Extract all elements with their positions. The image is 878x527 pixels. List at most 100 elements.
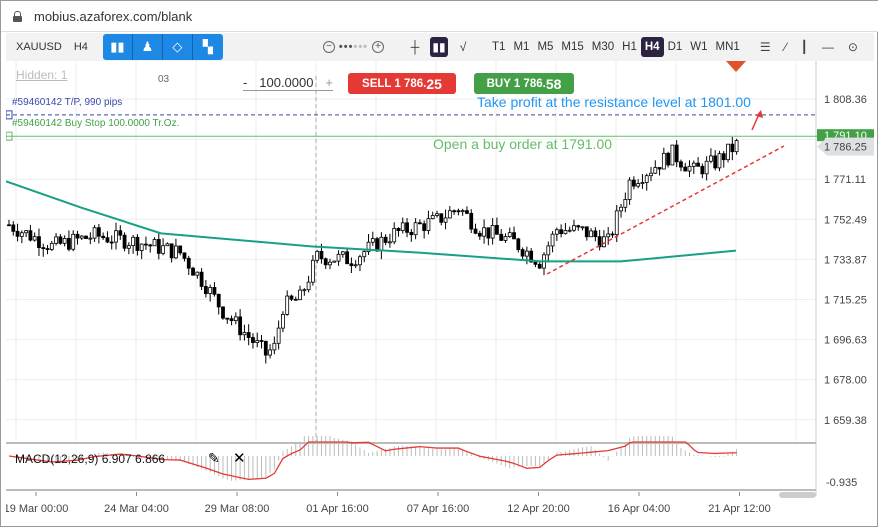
sell-price-big: 25 [426,75,442,92]
candle-body [661,152,666,170]
candle-body [358,256,362,266]
candle-body [687,165,692,172]
timeframe-h4[interactable]: H4 [640,37,664,57]
time-label: 19 Mar 00:00 [6,503,68,515]
candle-body [614,210,619,236]
qty-minus[interactable]: - [243,75,247,90]
candle-body [452,210,457,213]
candle-body [285,295,290,315]
qty-value[interactable]: 100.0000 [259,75,313,90]
candle-body [417,222,422,225]
candle-body [255,340,260,343]
candle-body [499,233,504,241]
bar-chart-icon[interactable]: ▮▮ [102,34,133,60]
candle-body [302,289,307,292]
timeframe-mn1[interactable]: MN1 [712,37,744,57]
sell-button[interactable]: SELL 1 786. 25 [348,73,456,94]
trendline-icon[interactable]: ⁄ [785,40,787,54]
timeframe-m1[interactable]: M1 [509,37,533,57]
candle-body [298,289,302,301]
candle-body [576,225,581,228]
bar-type-icon[interactable]: ┼ [406,37,424,57]
lock-icon [13,10,22,22]
zoom-in-icon[interactable]: + [372,41,385,53]
candle-body [627,179,632,200]
tp-order-label[interactable]: #59460142 T/P, 990 pips [12,97,122,108]
candle-body [79,235,84,239]
candle-body [400,222,405,232]
time-label: 01 Apr 16:00 [306,503,368,515]
candle-body [122,234,127,249]
candle-body [332,260,337,263]
top-label: 03 [158,74,170,85]
timeframe-w1[interactable]: W1 [686,37,711,57]
candle-body [84,235,88,239]
symbol-selector[interactable]: XAUUSD [16,41,62,53]
dropdown-icon[interactable]: ⊙ [848,40,858,54]
candle-body [336,253,341,262]
candle-body [477,232,482,237]
diamond-icon[interactable]: ◇ [162,34,193,60]
indicators-icon[interactable]: ♟ [132,34,163,60]
edit-indicator-icon[interactable]: ✎ [208,450,220,467]
line-type-icon[interactable]: √ [454,37,472,57]
candle-body [225,317,230,320]
candle-body [674,144,679,163]
zoom-out-icon[interactable]: − [322,41,335,53]
candle-body [717,153,722,169]
timeframe-t1[interactable]: T1 [488,37,509,57]
candle-type-icon[interactable]: ▮▮ [430,37,449,57]
sell-label: SELL 1 786. [362,77,427,90]
candle-body [388,241,392,244]
format-icon[interactable]: ☰ [760,40,771,54]
candle-body [709,155,713,162]
zoom-slider[interactable]: •••••• [339,41,368,53]
timeframe-m5[interactable]: M5 [533,37,557,57]
candle-body [11,224,16,232]
timeframe-m30[interactable]: M30 [588,37,618,57]
candle-body [268,349,272,356]
candle-body [306,281,311,291]
candle-body [15,230,20,237]
candle-body [721,153,726,161]
candle-body [276,327,281,344]
candle-body [45,248,50,250]
candle-body [657,167,662,170]
quantity-stepper[interactable]: - 100.0000 + [243,75,333,91]
candle-body [486,227,491,239]
vertical-line-icon[interactable]: ┃ [801,40,808,54]
buy-stop-order-label[interactable]: #59460142 Buy Stop 100.0000 Tr.Oz. [12,118,179,129]
remove-indicator-icon[interactable]: ✕ [233,449,246,467]
horizontal-line-icon[interactable]: — [822,40,834,54]
candle-body [272,342,277,351]
horizontal-scrollbar[interactable] [779,492,816,498]
candle-body [550,233,555,247]
buy-button[interactable]: BUY 1 786. 58 [474,73,574,94]
candle-body [41,247,46,250]
address-bar[interactable]: mobius.azaforex.com/blank [1,1,878,32]
candle-body [443,217,448,223]
candle-body [396,227,401,232]
candle-body [263,340,268,356]
candle-body [465,210,469,214]
timeframe-h1[interactable]: H1 [618,37,641,57]
candle-body [375,238,379,252]
timeframe-d1[interactable]: D1 [664,37,687,57]
candle-body [144,243,148,246]
time-label: 24 Mar 04:00 [104,503,169,515]
candle-body [340,251,345,255]
candle-body [606,233,611,238]
candle-body [165,243,170,247]
timeframe-m15[interactable]: M15 [557,37,587,57]
histogram-icon[interactable]: ▚ [192,34,223,60]
scroll-marker-icon [726,61,746,72]
current-timeframe[interactable]: H4 [74,41,88,53]
candle-body [426,218,431,231]
time-label: 29 Mar 08:00 [205,503,270,515]
candle-body [572,225,576,231]
candle-body [713,155,718,169]
qty-plus[interactable]: + [325,75,333,90]
hidden-label[interactable]: Hidden: 1 [16,68,67,82]
candle-body [135,236,140,251]
candle-body [580,226,585,229]
